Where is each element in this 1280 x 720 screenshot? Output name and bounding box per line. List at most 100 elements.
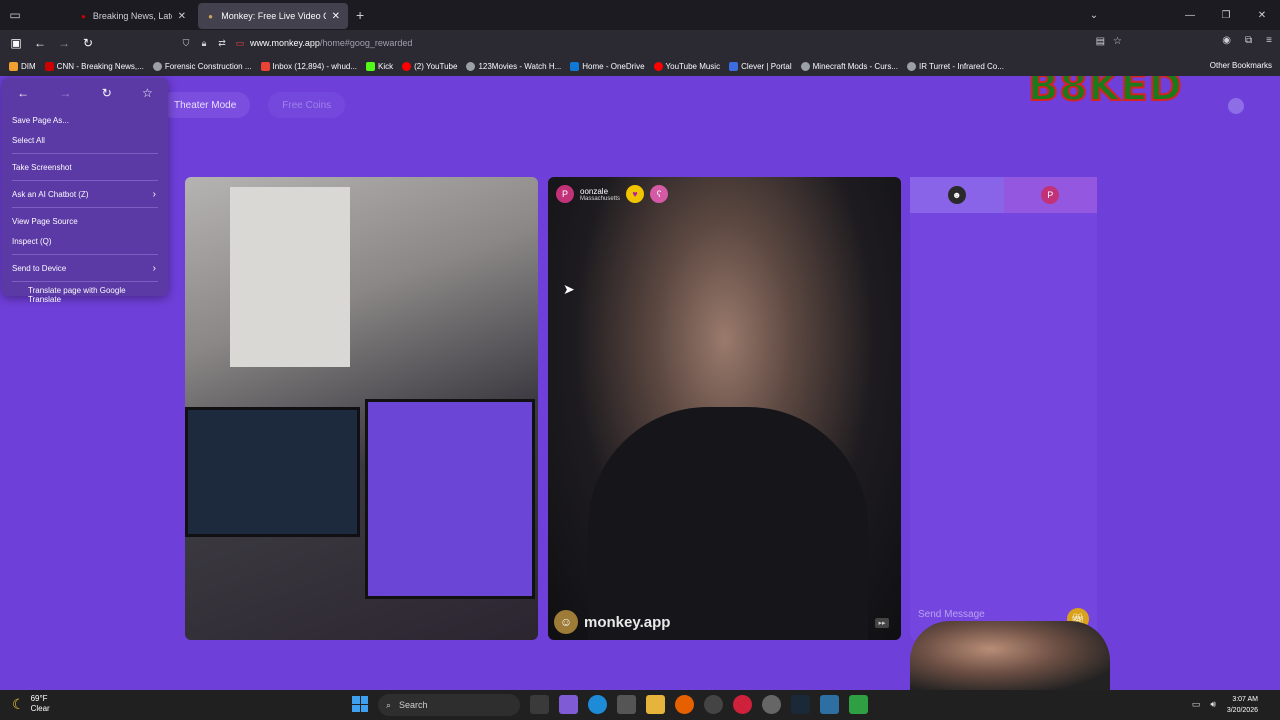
reload-icon[interactable]: ↻ [76,36,100,50]
divider [12,281,158,282]
volume-icon[interactable]: 🔊︎ [1210,699,1216,710]
tab-list-icon[interactable]: ▭ [2,2,28,28]
url-bar[interactable]: ⛉ 🔒︎ ⇄ ▭ www.monkey.app /home#goog_rewar… [178,33,1128,53]
reload-icon[interactable]: ↻ [102,86,112,100]
divider [12,180,158,181]
search-icon: ⌕ [386,699,392,710]
copilot-icon[interactable] [559,695,578,714]
profile-avatar[interactable] [1228,98,1244,114]
send-message-input[interactable]: Send Message [918,609,985,620]
network-icon[interactable]: ▭ [1192,699,1201,710]
menu-item-select-all[interactable]: Select All [2,130,168,150]
file-explorer-icon[interactable] [646,695,665,714]
task-view-icon[interactable] [530,695,549,714]
windows-start-icon[interactable] [352,696,368,712]
reader-view-icon[interactable]: ▤ [1096,36,1105,47]
remote-location: Massachusetts [580,195,621,202]
taskbar-clock[interactable]: 3:07 AM 3/20/2026 [1227,694,1258,716]
skip-icon[interactable]: ▸▸ [875,618,889,628]
monkey-icon: ☺ [554,610,578,634]
chevron-right-icon: › [152,188,156,200]
media-player-icon[interactable] [733,695,752,714]
menu-item-screenshot[interactable]: Take Screenshot [2,157,168,177]
steam-icon[interactable] [791,695,810,714]
theater-mode-button[interactable]: Theater Mode [160,92,251,118]
new-tab-icon[interactable]: + [356,7,364,23]
back-icon[interactable]: ← [28,36,52,50]
taskbar: ☾ 69°F Clear ⌕ Search ▭ 🔊︎ 3:07 AM 3/20/… [0,690,1280,720]
menu-item-view-source[interactable]: View Page Source [2,211,168,231]
shield-icon[interactable]: ⛉ [178,38,194,49]
bookmark-item[interactable]: (2) YouTube [402,61,457,71]
bookmark-item[interactable]: Minecraft Mods - Curs... [800,61,898,71]
bookmark-item[interactable]: Clever | Portal [729,61,792,71]
bookmark-star-icon[interactable]: ☆ [142,86,153,100]
divider [12,207,158,208]
list-all-tabs-icon[interactable]: ⌄ [1076,10,1112,21]
menu-item-translate[interactable]: Translate page with Google Translate [2,285,168,305]
taskbar-apps [530,695,868,714]
tab-strip: ▭ ● Breaking News, Latest News ✕ ● Monke… [0,0,1280,30]
tab-monkey[interactable]: ● Monkey: Free Live Video Ch ✕ [198,3,348,29]
bookmark-item[interactable]: Home - OneDrive [570,61,645,71]
bookmark-item[interactable]: Inbox (12,894) - whud... [260,61,357,71]
mouse-cursor-icon: ➤ [563,281,575,297]
avatar: ☻ [947,186,966,204]
photos-icon[interactable] [820,695,839,714]
obs-icon[interactable] [704,695,723,714]
cnn-icon: ● [81,11,86,21]
forward-icon[interactable]: → [52,36,76,50]
restore-icon[interactable]: ❐ [1208,10,1244,21]
bookmark-item[interactable]: Kick [366,61,393,71]
firefox-icon[interactable] [675,695,694,714]
menu-item-ai-chatbot[interactable]: Ask an AI Chatbot (Z) › [2,184,168,204]
bear-icon[interactable]: ʕ [650,185,669,203]
sidebar-icon[interactable]: ▣ [4,36,28,50]
bookmark-item[interactable]: CNN - Breaking News,... [44,61,144,71]
browser-window: ▭ ● Breaking News, Latest News ✕ ● Monke… [0,0,1280,690]
bookmarks-bar: DIM CNN - Breaking News,... Forensic Con… [0,56,1280,76]
bookmark-item[interactable]: 123Movies - Watch H... [466,61,561,71]
close-tab-icon[interactable]: ✕ [332,11,340,22]
forward-icon[interactable]: → [59,86,71,100]
bookmark-item[interactable]: IR Turret - Infrared Co... [907,61,1004,71]
extensions-icon[interactable]: ⧉ [1245,35,1252,46]
store-icon[interactable] [617,695,636,714]
chat-tab-2[interactable]: P [1003,177,1097,213]
camera-sharing-icon[interactable]: ▭ [232,38,248,49]
play-icon[interactable] [849,695,868,714]
lock-icon[interactable]: 🔒︎ [196,38,212,49]
bookmark-item[interactable]: Forensic Construction ... [152,61,252,71]
edge-icon[interactable] [588,695,607,714]
menu-item-save-page[interactable]: Save Page As... [2,110,168,130]
taskbar-search[interactable]: ⌕ Search [378,694,520,716]
settings-icon[interactable] [762,695,781,714]
chat-tab-1[interactable]: ☻ [910,177,1004,213]
b8ked-logo: B8KED [1027,76,1183,111]
nav-bar: ▣ ← → ↻ ⛉ 🔒︎ ⇄ ▭ www.monkey.app /home#go… [0,30,1280,56]
chat-tabs: ☻ P [910,177,1097,213]
bookmark-item[interactable]: DIM [9,61,36,71]
minimize-icon[interactable]: — [1172,10,1208,21]
system-tray: ▭ 🔊︎ [1192,699,1216,710]
close-tab-icon[interactable]: ✕ [178,11,186,22]
back-icon[interactable]: ← [17,86,29,100]
bookmark-item[interactable]: YouTube Music [653,61,720,71]
monkey-icon: ● [208,11,214,21]
url-host: www.monkey.app [250,38,320,48]
weather-widget[interactable]: ☾ 69°F Clear [12,694,50,714]
free-coins-button[interactable]: Free Coins [268,92,346,118]
menu-icon[interactable]: ≡ [1266,35,1272,46]
local-video [185,177,538,640]
bookmark-star-icon[interactable]: ☆ [1113,36,1122,47]
other-bookmarks[interactable]: Other Bookmarks [1210,61,1272,70]
permissions-icon[interactable]: ⇄ [214,38,230,49]
account-icon[interactable]: ◉ [1222,35,1231,46]
menu-item-send-to-device[interactable]: Send to Device › [2,258,168,278]
video-frame [365,399,535,599]
tab-cnn[interactable]: ● Breaking News, Latest News ✕ [72,3,194,29]
heart-icon[interactable]: ♥ [626,185,645,203]
close-window-icon[interactable]: ✕ [1244,10,1280,21]
menu-item-inspect[interactable]: Inspect (Q) [2,231,168,251]
avatar[interactable]: P [556,185,574,203]
